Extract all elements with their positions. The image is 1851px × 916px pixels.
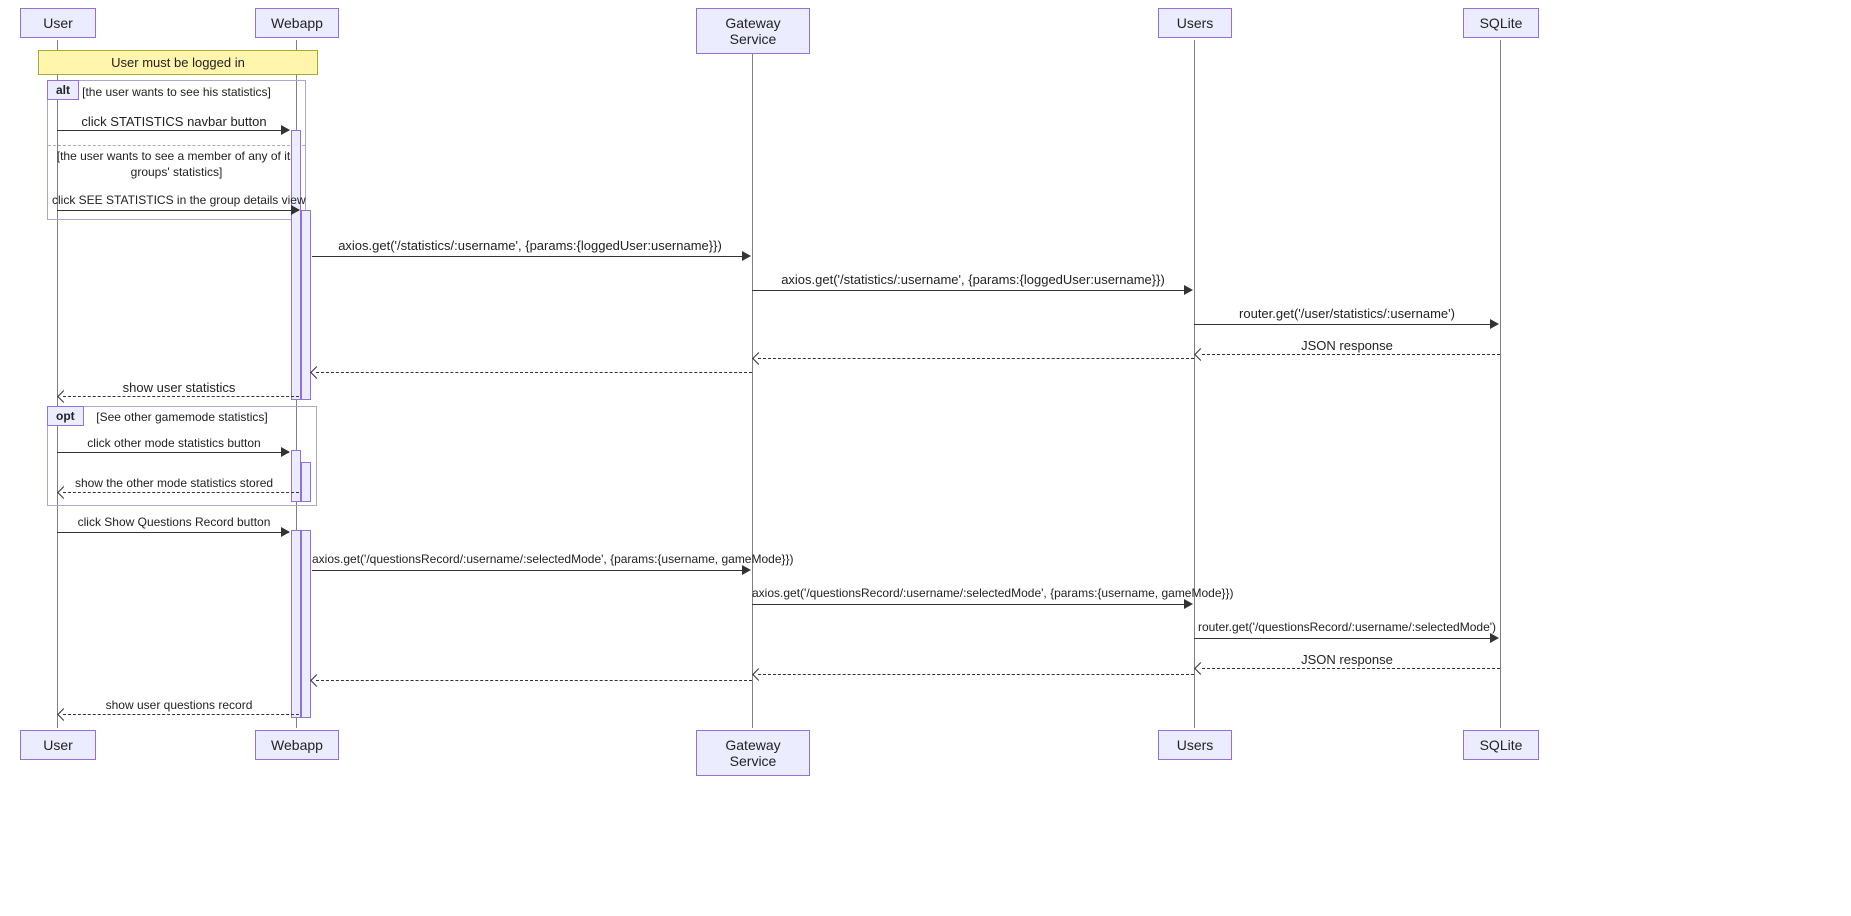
arrow-m10 bbox=[57, 532, 289, 533]
arrowhead-m3 bbox=[742, 251, 751, 261]
fragment-opt: opt [See other gamemode statistics] bbox=[47, 406, 317, 506]
arrowhead-m5 bbox=[1490, 319, 1499, 329]
arrowhead-m6c bbox=[310, 366, 323, 379]
actor-user-bottom: User bbox=[20, 730, 96, 760]
arrowhead-m14b bbox=[752, 668, 765, 681]
arrowhead-m13 bbox=[1490, 633, 1499, 643]
actor-webapp-top: Webapp bbox=[255, 8, 339, 38]
actor-webapp-bottom: Webapp bbox=[255, 730, 339, 760]
lifeline-gateway bbox=[752, 40, 754, 728]
arrowhead-m4 bbox=[1184, 285, 1193, 295]
arrowhead-m8 bbox=[281, 447, 290, 457]
msg-m13: router.get('/questionsRecord/:username/:… bbox=[1194, 620, 1500, 634]
fragment-alt-guard1: [the user wants to see his statistics] bbox=[48, 85, 305, 99]
msg-m5: router.get('/user/statistics/:username') bbox=[1194, 306, 1500, 321]
arrow-m6 bbox=[1202, 354, 1500, 356]
activation-webapp-2b bbox=[301, 530, 311, 718]
msg-m6: JSON response bbox=[1194, 338, 1500, 353]
arrow-m12 bbox=[752, 604, 1186, 605]
msg-m8: click other mode statistics button bbox=[57, 436, 291, 450]
arrowhead-m11 bbox=[742, 565, 751, 575]
arrow-m14 bbox=[1202, 668, 1500, 670]
msg-m10: click Show Questions Record button bbox=[57, 515, 291, 529]
arrowhead-m14c bbox=[310, 674, 323, 687]
arrowhead-m1 bbox=[281, 125, 290, 135]
actor-sqlite-top: SQLite bbox=[1463, 8, 1539, 38]
arrow-m8 bbox=[57, 452, 289, 453]
actor-users-top: Users bbox=[1158, 8, 1232, 38]
msg-m1: click STATISTICS navbar button bbox=[57, 114, 291, 129]
msg-m7: show user statistics bbox=[57, 380, 301, 395]
arrow-m2 bbox=[57, 210, 299, 211]
fragment-opt-guard: [See other gamemode statistics] bbox=[48, 410, 316, 424]
actor-sqlite-bottom: SQLite bbox=[1463, 730, 1539, 760]
msg-m9: show the other mode statistics stored bbox=[57, 476, 291, 490]
actor-users-bottom: Users bbox=[1158, 730, 1232, 760]
actor-gateway-bottom: Gateway Service bbox=[696, 730, 810, 776]
note-login: User must be logged in bbox=[38, 50, 318, 75]
lifeline-sqlite bbox=[1500, 40, 1502, 728]
actor-gateway-top: Gateway Service bbox=[696, 8, 810, 54]
activation-webapp-2 bbox=[291, 530, 301, 718]
fragment-alt-guard2: [the user wants to see a member of any o… bbox=[48, 149, 305, 180]
arrow-m4 bbox=[752, 290, 1186, 291]
arrow-m1 bbox=[57, 130, 289, 131]
fragment-alt-divider bbox=[48, 145, 305, 146]
arrow-m14b bbox=[758, 674, 1194, 676]
arrow-m14c bbox=[316, 680, 752, 682]
arrow-m7 bbox=[63, 396, 299, 398]
arrow-m13 bbox=[1194, 638, 1492, 639]
arrow-m6c bbox=[316, 372, 752, 374]
arrowhead-m10 bbox=[281, 527, 290, 537]
arrowhead-m12 bbox=[1184, 599, 1193, 609]
msg-m2: click SEE STATISTICS in the group detail… bbox=[52, 193, 298, 207]
msg-m12: axios.get('/questionsRecord/:username/:s… bbox=[752, 586, 1194, 600]
arrow-m6b bbox=[758, 358, 1194, 360]
arrow-m5 bbox=[1194, 324, 1492, 325]
arrow-m9 bbox=[63, 492, 299, 494]
msg-m15: show user questions record bbox=[57, 698, 301, 712]
actor-user-top: User bbox=[20, 8, 96, 38]
msg-m11: axios.get('/questionsRecord/:username/:s… bbox=[312, 552, 748, 566]
msg-m14: JSON response bbox=[1194, 652, 1500, 667]
arrow-m11 bbox=[312, 570, 744, 571]
sequence-diagram: User Webapp Gateway Service Users SQLite… bbox=[0, 0, 1851, 916]
arrow-m15 bbox=[63, 714, 299, 716]
activation-webapp-1 bbox=[291, 130, 301, 400]
msg-m3: axios.get('/statistics/:username', {para… bbox=[312, 238, 748, 253]
arrowhead-m6b bbox=[752, 352, 765, 365]
arrowhead-m2 bbox=[291, 205, 300, 215]
msg-m4: axios.get('/statistics/:username', {para… bbox=[752, 272, 1194, 287]
arrow-m3 bbox=[312, 256, 744, 257]
